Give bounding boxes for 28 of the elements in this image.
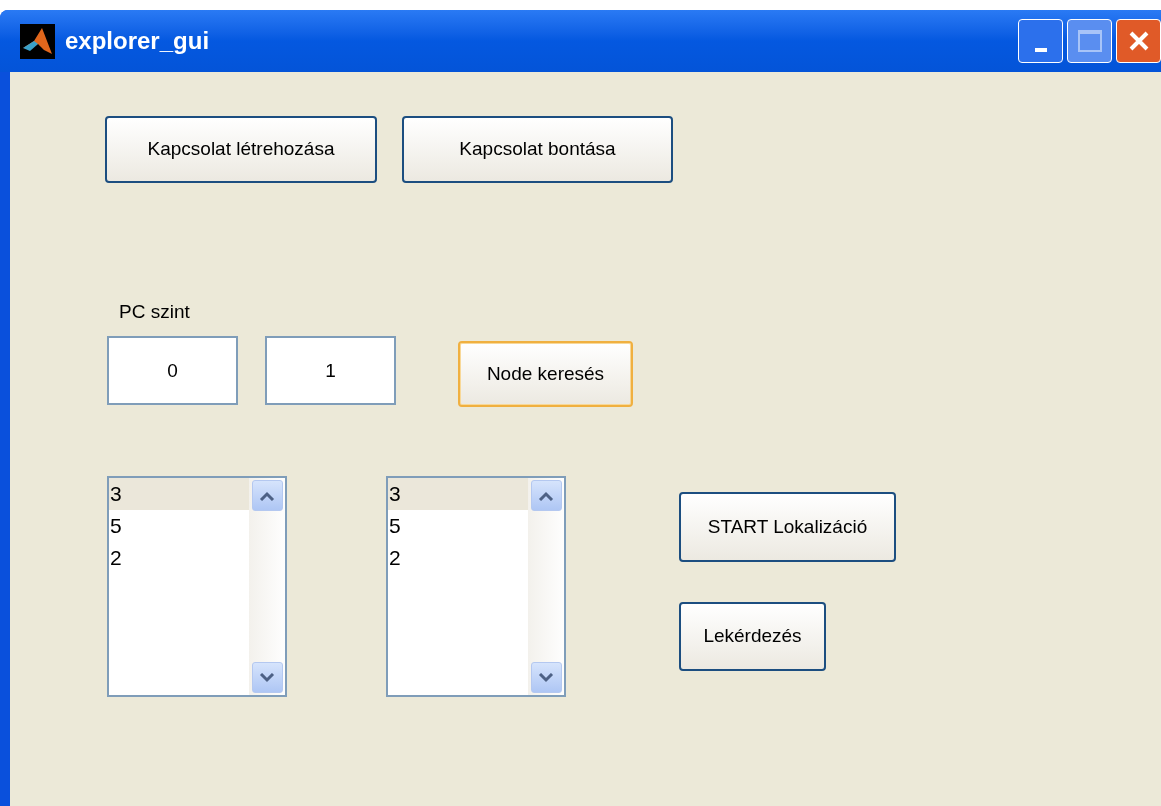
scrollbar[interactable] <box>528 478 564 695</box>
chevron-down-icon <box>538 672 554 683</box>
push-button[interactable]: Lekérdezés <box>679 602 826 671</box>
number-field[interactable]: 0 <box>107 336 238 405</box>
list-box[interactable]: 3 5 2 <box>386 476 566 697</box>
pc-level-label: PC szint <box>119 300 191 324</box>
number-field[interactable]: 1 <box>265 336 396 405</box>
scroll-down-button[interactable] <box>530 662 562 693</box>
chevron-down-icon <box>259 672 275 683</box>
close-button[interactable] <box>1116 19 1161 63</box>
minimize-button[interactable] <box>1018 19 1063 63</box>
push-button[interactable]: Kapcsolat létrehozása <box>105 116 377 183</box>
scrollbar[interactable] <box>249 478 285 695</box>
scroll-up-button[interactable] <box>251 480 283 511</box>
push-button[interactable]: START Lokalizáció <box>679 492 896 562</box>
scroll-down-button[interactable] <box>251 662 283 693</box>
app-icon <box>20 23 55 59</box>
maximize-button[interactable] <box>1067 19 1112 63</box>
list-item[interactable]: 3 <box>109 478 249 510</box>
chevron-up-icon <box>538 490 554 501</box>
scroll-up-button[interactable] <box>530 480 562 511</box>
push-button[interactable]: Kapcsolat bontása <box>402 116 673 183</box>
list-box[interactable]: 3 5 2 <box>107 476 287 697</box>
window-title: explorer_gui <box>65 26 210 56</box>
list-item[interactable]: 3 <box>388 478 528 510</box>
close-icon <box>1127 30 1150 52</box>
chevron-up-icon <box>259 490 275 501</box>
push-button[interactable]: Node keresés <box>458 341 633 407</box>
